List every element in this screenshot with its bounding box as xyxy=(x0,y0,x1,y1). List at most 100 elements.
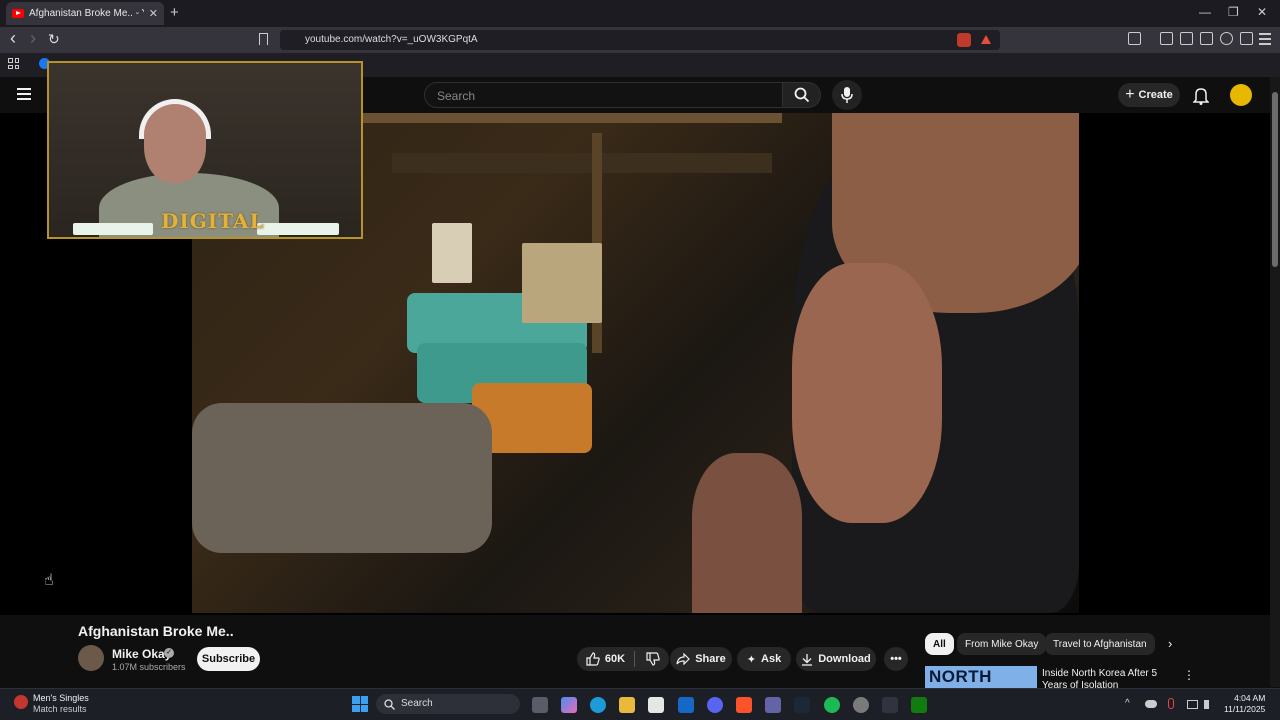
recommended-thumbnail[interactable]: NORTH KOREA xyxy=(925,666,1037,688)
reload-button[interactable]: ↻ xyxy=(48,31,60,48)
like-icon[interactable] xyxy=(586,652,600,666)
clock-time: 4:04 AM xyxy=(1234,693,1266,703)
tray-overflow-icon[interactable]: ^ xyxy=(1125,698,1130,709)
search-input[interactable]: Search xyxy=(424,82,783,108)
download-icon xyxy=(802,653,813,666)
new-tab-button[interactable]: + xyxy=(170,4,179,21)
menu-icon[interactable] xyxy=(1259,33,1271,45)
task-view-icon[interactable] xyxy=(532,697,548,713)
brave-shield-icon[interactable] xyxy=(957,33,971,47)
sidebar-icon[interactable] xyxy=(1128,32,1141,45)
edge-icon[interactable] xyxy=(590,697,606,713)
dislike-icon[interactable] xyxy=(646,652,660,666)
channel-avatar[interactable] xyxy=(78,645,104,671)
chip-travel-to-afghanistan[interactable]: Travel to Afghanistan xyxy=(1045,633,1155,655)
forward-button[interactable]: › xyxy=(30,28,36,49)
discord-icon[interactable] xyxy=(707,697,723,713)
youtube-icon xyxy=(12,9,24,18)
tennis-widget-icon xyxy=(14,695,28,709)
network-icon[interactable] xyxy=(1187,700,1198,709)
subscriber-count: 1.07M subscribers xyxy=(112,662,186,672)
thumbnail-text: NORTH KOREA xyxy=(925,666,1037,688)
hand-cursor-icon: ☝ xyxy=(44,572,54,589)
bookmark-icon[interactable] xyxy=(259,33,268,45)
outlook-icon[interactable] xyxy=(678,697,694,713)
brave-icon[interactable] xyxy=(736,697,752,713)
wallet-icon[interactable] xyxy=(1200,32,1213,45)
taskbar-search-label: Search xyxy=(401,698,433,709)
scrollbar-thumb[interactable] xyxy=(1272,92,1278,267)
music-icon[interactable] xyxy=(1160,32,1173,45)
close-window-button[interactable]: ✕ xyxy=(1257,5,1267,19)
channel-name[interactable]: Mike Okay xyxy=(112,647,171,661)
search-icon xyxy=(384,699,395,710)
taskbar-search[interactable]: Search xyxy=(376,694,520,714)
create-label: Create xyxy=(1138,89,1173,101)
apps-icon[interactable] xyxy=(8,58,19,69)
back-button[interactable]: ‹ xyxy=(10,28,16,49)
widget-subtitle: Match results xyxy=(33,704,87,714)
ask-label: Ask xyxy=(761,653,782,665)
widget-title: Men's Singles xyxy=(33,693,89,703)
digital-logo: DIGITAL xyxy=(161,209,265,233)
video-title: Afghanistan Broke Me.. xyxy=(78,623,234,639)
tab-title: Afghanistan Broke Me.. - You xyxy=(29,8,144,19)
onedrive-icon[interactable] xyxy=(1145,700,1157,708)
url-bar[interactable]: youtube.com/watch?v=_uOW3KGPqtA xyxy=(280,30,1000,50)
share-icon xyxy=(676,653,691,665)
file-explorer-icon[interactable] xyxy=(619,697,635,713)
url-text: youtube.com/watch?v=_uOW3KGPqtA xyxy=(305,34,478,45)
sparkle-icon: ✦ xyxy=(746,653,757,666)
chip-from-mike-okay[interactable]: From Mike Okay xyxy=(957,633,1047,655)
download-label: Download xyxy=(818,653,871,665)
like-count: 60K xyxy=(604,653,626,665)
minimize-button[interactable]: — xyxy=(1199,5,1211,19)
recommended-title[interactable]: Inside North Korea After 5 Years of Isol… xyxy=(1042,668,1182,688)
share-label: Share xyxy=(695,653,726,665)
tab-close-icon[interactable]: ✕ xyxy=(149,7,158,20)
create-button[interactable]: + Create xyxy=(1118,83,1180,107)
maximize-button[interactable]: ❐ xyxy=(1228,5,1239,19)
vpn-icon[interactable] xyxy=(1240,32,1253,45)
share-button[interactable]: Share xyxy=(670,647,732,671)
news-widget[interactable]: Men's Singles Match results xyxy=(33,693,89,715)
copilot-icon[interactable] xyxy=(561,697,577,713)
panel-icon[interactable] xyxy=(1180,32,1193,45)
recommended-more-icon[interactable]: ⋮ xyxy=(1183,668,1195,682)
guide-menu-icon[interactable] xyxy=(17,88,31,100)
search-button[interactable] xyxy=(783,82,821,108)
ask-button[interactable]: ✦ Ask xyxy=(737,647,791,671)
app-icon[interactable] xyxy=(882,697,898,713)
mic-icon xyxy=(841,87,853,103)
account-avatar[interactable] xyxy=(1230,84,1252,106)
notifications-button[interactable] xyxy=(1190,85,1212,107)
more-actions-button[interactable]: ••• xyxy=(884,647,908,671)
like-dislike-group[interactable]: 60K xyxy=(577,647,669,671)
bell-icon xyxy=(1193,88,1209,105)
store-icon[interactable] xyxy=(648,697,664,713)
browser-tab[interactable]: Afghanistan Broke Me.. - You ✕ xyxy=(6,2,164,25)
download-button[interactable]: Download xyxy=(796,647,876,671)
chip-all[interactable]: All xyxy=(925,633,954,655)
webcam-overlay: DIGITAL xyxy=(47,61,363,239)
settings-icon[interactable] xyxy=(853,697,869,713)
brave-rewards-icon[interactable] xyxy=(981,35,991,44)
microphone-icon[interactable] xyxy=(1168,698,1174,709)
windows-taskbar xyxy=(0,688,1280,720)
volume-icon[interactable] xyxy=(1204,700,1215,709)
subscribe-button[interactable]: Subscribe xyxy=(197,647,260,671)
leo-icon[interactable] xyxy=(1220,32,1233,45)
voice-search-button[interactable] xyxy=(832,80,862,110)
system-clock[interactable]: 4:04 AM 11/11/2025 xyxy=(1224,693,1265,715)
chips-next-icon[interactable]: › xyxy=(1168,636,1172,651)
clock-date: 11/11/2025 xyxy=(1224,704,1266,714)
teams-icon[interactable] xyxy=(765,697,781,713)
verified-icon: ✓ xyxy=(164,648,174,658)
browser-tab-bar xyxy=(0,0,1280,27)
search-icon xyxy=(794,87,810,103)
search-placeholder: Search xyxy=(437,89,476,103)
xbox-icon[interactable] xyxy=(911,697,927,713)
steam-icon[interactable] xyxy=(794,697,810,713)
spotify-icon[interactable] xyxy=(824,697,840,713)
windows-start-icon[interactable] xyxy=(352,696,368,712)
